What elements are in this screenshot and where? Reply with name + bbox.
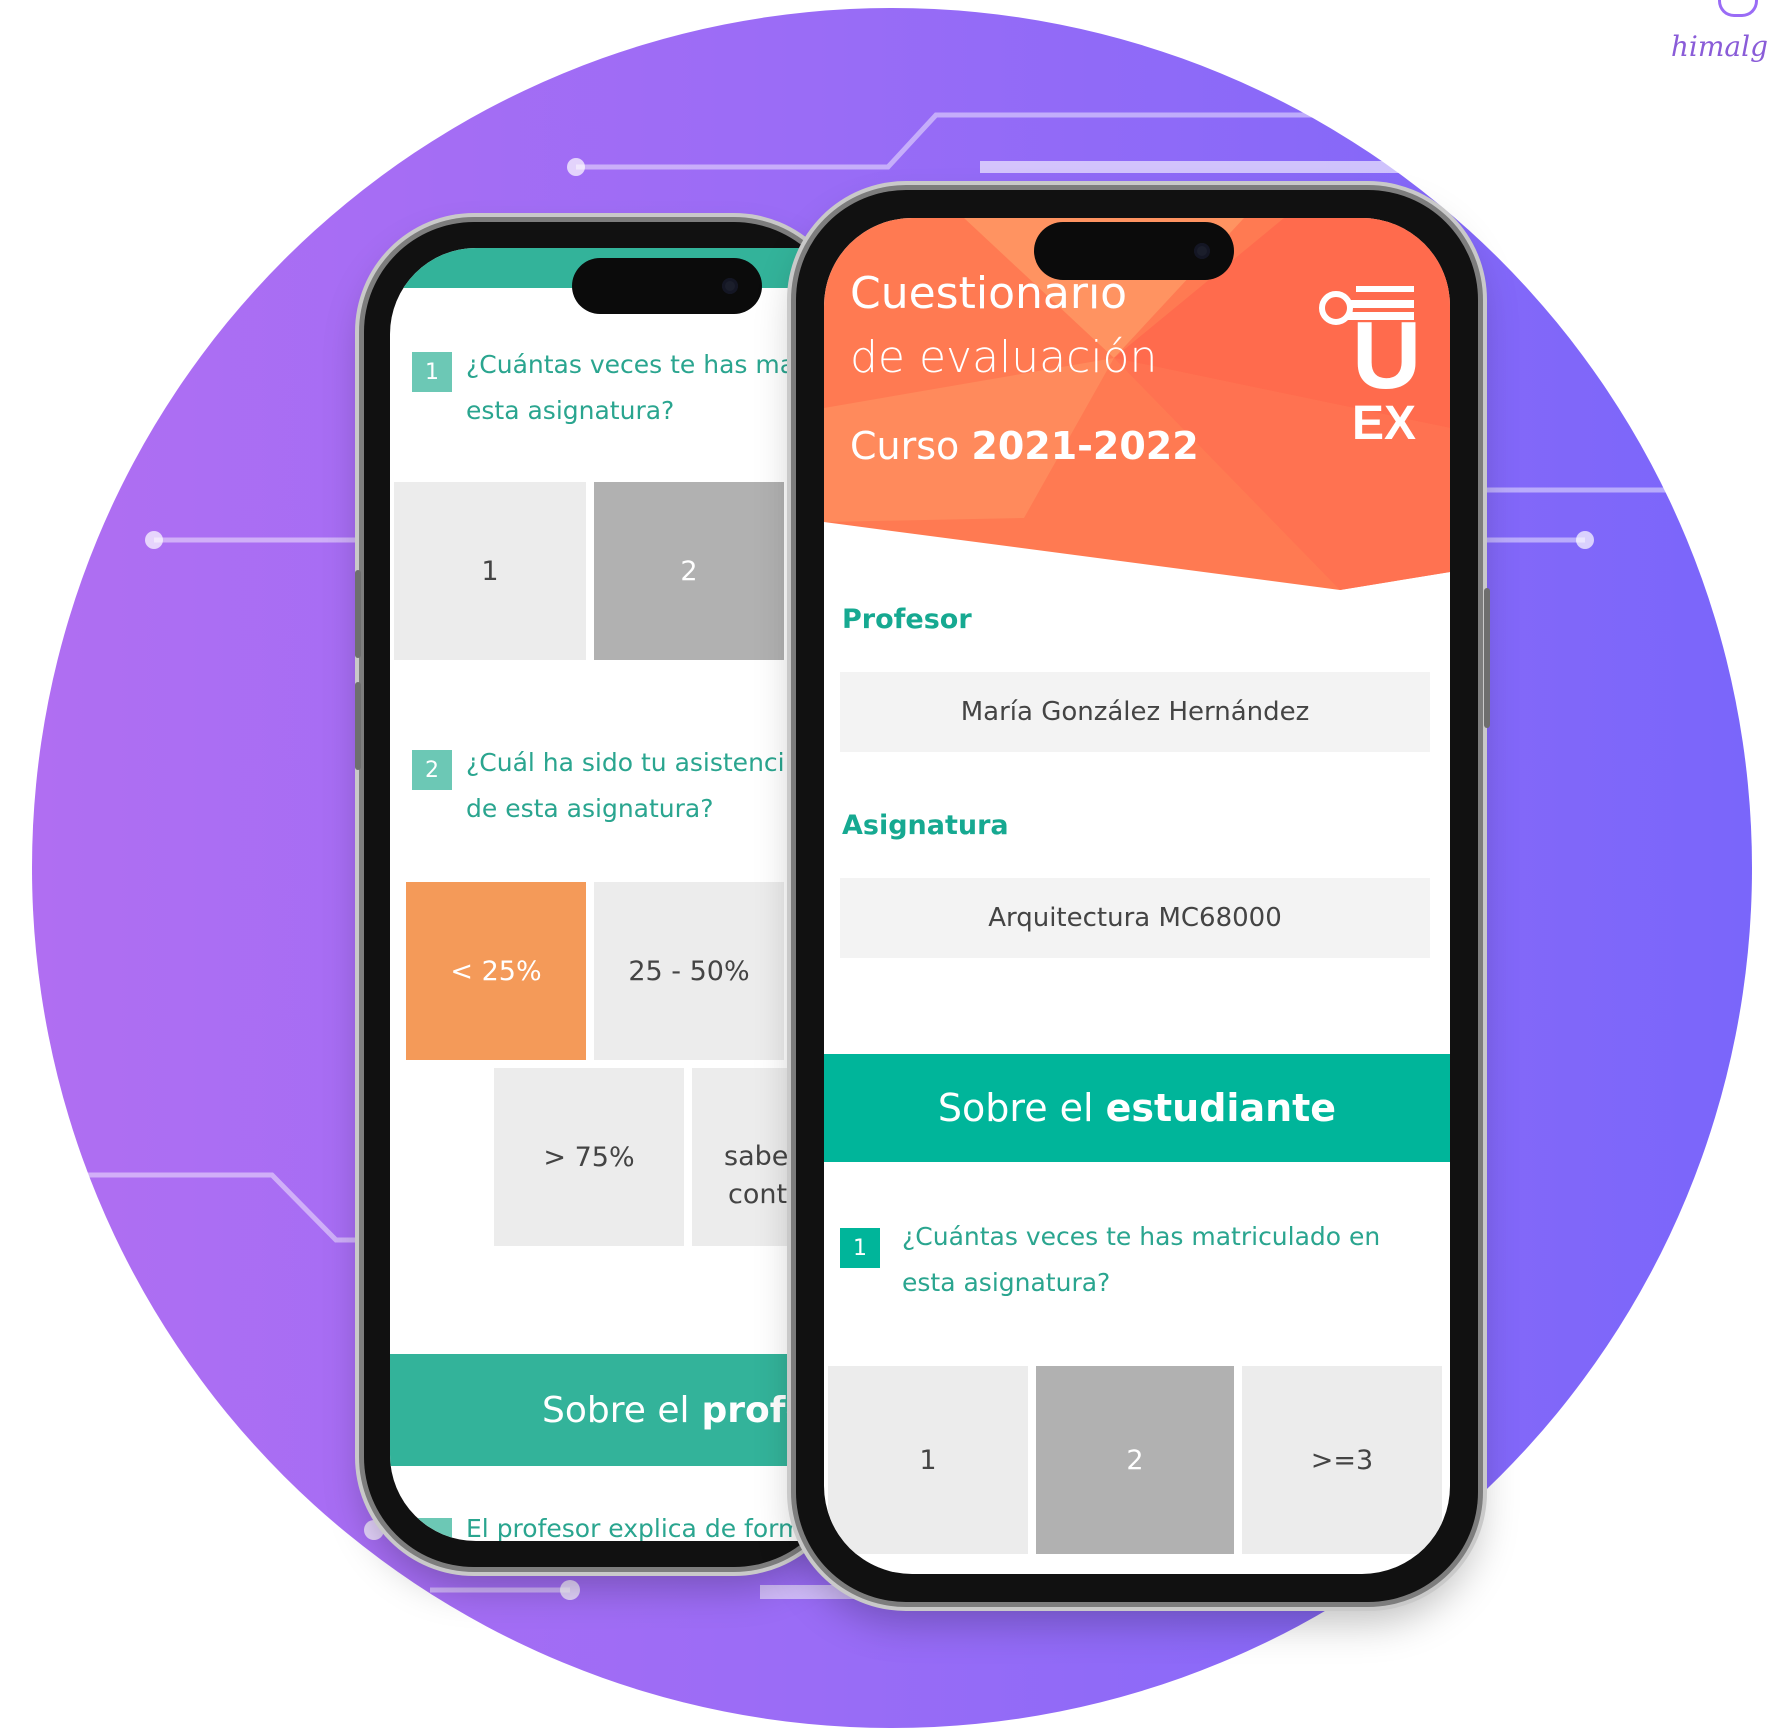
- course-years: 2021-2022: [971, 424, 1199, 468]
- question-text: ¿Cuántas veces te has matriculado en est…: [902, 1214, 1380, 1306]
- profesor-label: Profesor: [842, 604, 972, 635]
- option-button-3-plus[interactable]: >=3: [1242, 1366, 1442, 1554]
- question-number-badge: 1: [840, 1228, 880, 1268]
- question-number-badge: 2: [412, 750, 452, 790]
- uex-letter-u: U: [1352, 302, 1422, 409]
- back-phone: 1 ¿Cuántas veces te has ma esta asignatu…: [355, 222, 844, 1567]
- question-text: ¿Cuál ha sido tu asistenci de esta asign…: [466, 740, 785, 832]
- front-phone: Cuestionario de evaluación Curso 2021-20…: [796, 190, 1490, 1602]
- back-phone-screen: 1 ¿Cuántas veces te has ma esta asignatu…: [390, 248, 844, 1541]
- section-header-profesor: Sobre el profes: [390, 1354, 844, 1466]
- dynamic-island: [572, 258, 762, 314]
- next-question-text: El profesor explica de form: [466, 1514, 803, 1541]
- option-under-25-selected[interactable]: < 25%: [406, 882, 586, 1060]
- volume-up-button: [355, 570, 361, 658]
- section-header-estudiante: Sobre el estudiante: [824, 1054, 1450, 1162]
- uex-letters-ex: EX: [1352, 397, 1417, 450]
- question-line-1: ¿Cuántas veces te has matriculado en: [902, 1222, 1381, 1251]
- option-line: cont: [728, 1179, 788, 1210]
- himalg-logo: himalg: [1668, 0, 1768, 70]
- logo-wordmark: himalg: [1670, 30, 1768, 63]
- camera-icon: [1194, 243, 1210, 259]
- section-bold: estudiante: [1105, 1086, 1337, 1130]
- header-course: Curso 2021-2022: [850, 424, 1199, 468]
- section-prefix: Sobre el: [937, 1086, 1094, 1130]
- option-button-1[interactable]: 1: [828, 1366, 1028, 1554]
- course-prefix: Curso: [850, 424, 960, 468]
- camera-icon: [722, 278, 738, 294]
- question-number-badge: [412, 1518, 452, 1541]
- question-text: ¿Cuántas veces te has ma esta asignatura…: [466, 342, 795, 434]
- header-subtitle: de evaluación: [850, 332, 1158, 383]
- asignatura-label: Asignatura: [842, 810, 1009, 841]
- option-over-75[interactable]: > 75%: [494, 1068, 684, 1246]
- question-line-2: esta asignatura?: [902, 1268, 1111, 1297]
- question-line-1: ¿Cuál ha sido tu asistenci: [466, 748, 785, 777]
- option-line: sabe: [724, 1141, 789, 1172]
- section-prefix: Sobre el: [542, 1389, 690, 1431]
- dynamic-island: [1034, 222, 1234, 280]
- option-button-2-selected[interactable]: 2: [1036, 1366, 1234, 1554]
- logo-mark-icon: [1718, 0, 1758, 17]
- option-button-2-selected[interactable]: 2: [594, 482, 784, 660]
- volume-down-button: [355, 682, 361, 770]
- power-button: [1484, 588, 1490, 728]
- profesor-field[interactable]: María González Hernández: [840, 672, 1430, 752]
- asignatura-field[interactable]: Arquitectura MC68000: [840, 878, 1430, 958]
- front-phone-screen: Cuestionario de evaluación Curso 2021-20…: [824, 218, 1450, 1574]
- uex-logo: U EX: [1316, 286, 1426, 466]
- question-number-badge: 1: [412, 352, 452, 392]
- option-25-50[interactable]: 25 - 50%: [594, 882, 784, 1060]
- question-line-2: de esta asignatura?: [466, 794, 714, 823]
- question-line-2: esta asignatura?: [466, 396, 675, 425]
- question-line-1: ¿Cuántas veces te has ma: [466, 350, 796, 379]
- option-button-1[interactable]: 1: [394, 482, 586, 660]
